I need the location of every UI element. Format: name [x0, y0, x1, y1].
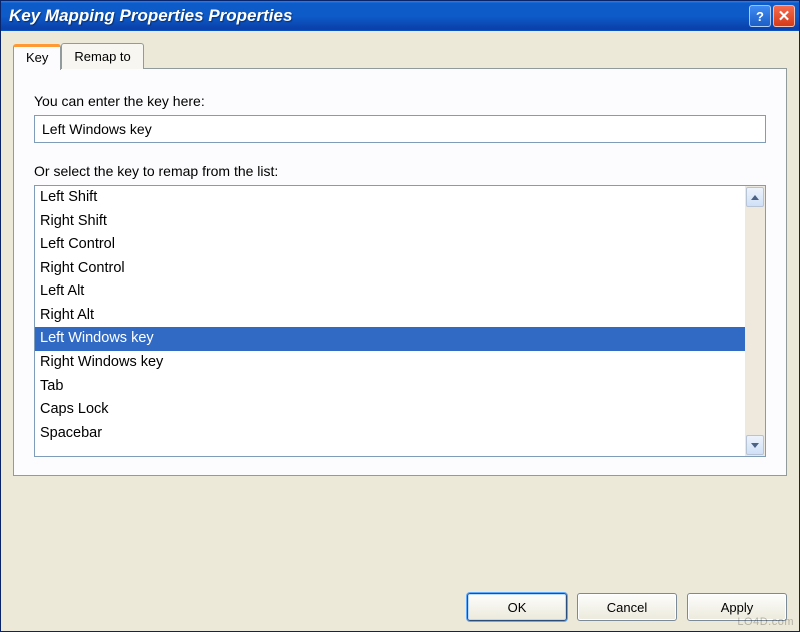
key-listbox[interactable]: Left ShiftRight ShiftLeft ControlRight C… [34, 185, 766, 457]
list-item[interactable]: Right Windows key [35, 351, 745, 375]
ok-button[interactable]: OK [467, 593, 567, 621]
question-icon: ? [756, 9, 764, 24]
list-item[interactable]: Tab [35, 375, 745, 399]
tab-strip: Key Remap to [13, 43, 787, 69]
close-button[interactable]: ✕ [773, 5, 795, 27]
scroll-down-button[interactable] [746, 435, 764, 455]
key-input[interactable] [34, 115, 766, 143]
tab-key[interactable]: Key [13, 44, 61, 70]
list-item[interactable]: Spacebar [35, 422, 745, 446]
list-item[interactable]: Left Alt [35, 280, 745, 304]
list-item[interactable]: Right Alt [35, 304, 745, 328]
arrow-down-icon [751, 443, 759, 448]
scroll-up-button[interactable] [746, 187, 764, 207]
dialog-content: Key Remap to You can enter the key here:… [1, 31, 799, 579]
list-item[interactable]: Right Control [35, 257, 745, 281]
cancel-button[interactable]: Cancel [577, 593, 677, 621]
titlebar-buttons: ? ✕ [749, 5, 795, 27]
key-list-label: Or select the key to remap from the list… [34, 163, 766, 179]
key-input-label: You can enter the key here: [34, 93, 766, 109]
close-icon: ✕ [778, 7, 791, 25]
watermark: LO4D.com [737, 616, 794, 628]
button-row: OK Cancel Apply [1, 579, 799, 631]
window-title: Key Mapping Properties Properties [9, 6, 749, 26]
tab-panel-key: You can enter the key here: Or select th… [13, 68, 787, 476]
tab-label: Remap to [74, 49, 130, 64]
tab-remap-to[interactable]: Remap to [61, 43, 143, 69]
scrollbar[interactable] [745, 186, 765, 456]
list-item[interactable]: Right Shift [35, 210, 745, 234]
list-item[interactable]: Left Windows key [35, 327, 745, 351]
help-button[interactable]: ? [749, 5, 771, 27]
dialog-window: Key Mapping Properties Properties ? ✕ Ke… [0, 0, 800, 632]
list-item[interactable]: Left Shift [35, 186, 745, 210]
tab-label: Key [26, 50, 48, 65]
titlebar[interactable]: Key Mapping Properties Properties ? ✕ [1, 1, 799, 31]
arrow-up-icon [751, 195, 759, 200]
scroll-track[interactable] [745, 208, 765, 434]
list-item[interactable]: Caps Lock [35, 398, 745, 422]
list-item[interactable]: Left Control [35, 233, 745, 257]
